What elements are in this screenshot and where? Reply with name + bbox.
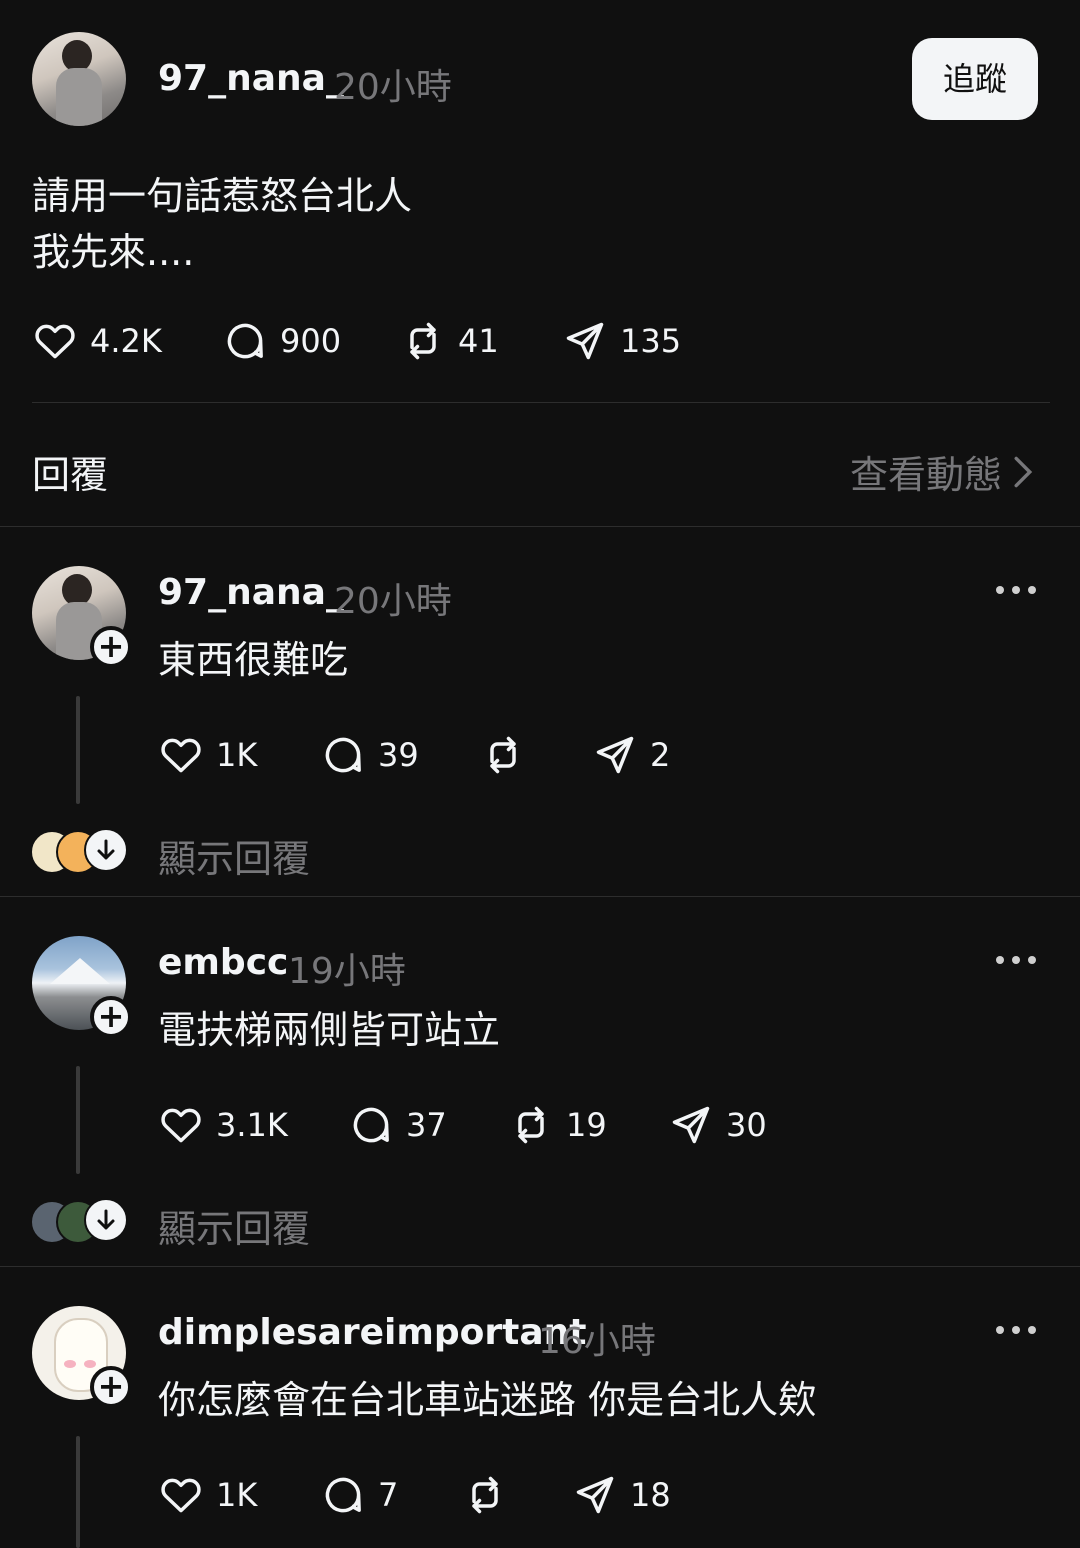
share-count: 135 [620, 322, 682, 360]
reply-timestamp: 16小時 [538, 1321, 656, 1362]
show-replies-link[interactable]: 顯示回覆 [158, 1198, 310, 1253]
comment-count: 900 [280, 322, 342, 360]
header-divider [0, 526, 1080, 527]
comment-bubble-icon [353, 1107, 389, 1143]
plus-icon[interactable]: + [90, 1366, 132, 1408]
reply-divider [0, 1266, 1080, 1267]
reply-participants[interactable] [30, 1198, 130, 1244]
repost-count: 19 [566, 1106, 607, 1144]
heart-icon [161, 1478, 201, 1513]
comment-count: 39 [378, 736, 419, 774]
comment-count: 7 [378, 1476, 399, 1514]
like-count: 1K [216, 1476, 258, 1514]
reply-participants[interactable] [30, 828, 130, 874]
view-activity-link[interactable]: 查看動態 [850, 444, 1034, 499]
reply-divider [0, 896, 1080, 897]
share-send-icon [672, 1106, 710, 1144]
share-send-icon [566, 322, 604, 360]
post-divider [32, 402, 1050, 403]
post-timestamp: 20小時 [334, 67, 452, 108]
repost-icon [410, 322, 436, 360]
reply-timestamp: 20小時 [334, 581, 452, 622]
repost-icon [472, 1476, 498, 1514]
like-button[interactable]: 4.2K [32, 316, 162, 366]
reply-timestamp: 19小時 [288, 951, 406, 992]
author-avatar[interactable] [32, 32, 126, 126]
comment-button[interactable]: 37 [348, 1100, 447, 1150]
thread-line [76, 1436, 80, 1548]
post-text-line-2: 我先來.... [32, 230, 195, 274]
like-count: 3.1K [216, 1106, 288, 1144]
reply-username[interactable]: 97_nana_ [158, 572, 344, 613]
repost-icon [490, 736, 516, 774]
share-count: 2 [650, 736, 671, 774]
more-options-icon[interactable] [996, 954, 1040, 966]
share-button[interactable]: 30 [668, 1100, 767, 1150]
repost-button[interactable] [462, 1470, 520, 1520]
plus-icon[interactable]: + [90, 626, 132, 668]
more-options-icon[interactable] [996, 584, 1040, 596]
share-send-icon [576, 1476, 614, 1514]
repost-count: 41 [458, 322, 499, 360]
thread-line [76, 1066, 80, 1174]
comment-bubble-icon [325, 1477, 361, 1513]
comment-bubble-icon [227, 323, 263, 359]
heart-icon [161, 738, 201, 773]
comment-button[interactable]: 900 [222, 316, 341, 366]
repost-button[interactable] [480, 730, 538, 780]
post-text-line-1: 請用一句話惹怒台北人 [32, 174, 413, 218]
reply-text: 電扶梯兩側皆可站立 [158, 1008, 501, 1052]
repost-button[interactable]: 19 [508, 1100, 607, 1150]
thread-line [76, 696, 80, 804]
like-button[interactable]: 1K [158, 1470, 257, 1520]
comment-button[interactable]: 7 [320, 1470, 398, 1520]
reply-text: 你怎麼會在台北車站迷路 你是台北人欸 [158, 1378, 817, 1422]
share-button[interactable]: 2 [592, 730, 670, 780]
repost-icon [518, 1106, 544, 1144]
share-send-icon [596, 736, 634, 774]
share-button[interactable]: 18 [572, 1470, 671, 1520]
like-count: 1K [216, 736, 258, 774]
chevron-right-icon [1014, 456, 1033, 487]
share-count: 30 [726, 1106, 767, 1144]
replies-heading: 回覆 [32, 453, 109, 497]
show-replies-link[interactable]: 顯示回覆 [158, 828, 310, 883]
repost-button[interactable]: 41 [400, 316, 499, 366]
comment-button[interactable]: 39 [320, 730, 419, 780]
heart-icon [35, 324, 75, 359]
reply-text: 東西很難吃 [158, 638, 349, 682]
arrow-down-icon [84, 828, 128, 872]
heart-icon [161, 1108, 201, 1143]
like-button[interactable]: 1K [158, 730, 257, 780]
author-username[interactable]: 97_nana_ [158, 58, 344, 99]
like-button[interactable]: 3.1K [158, 1100, 288, 1150]
follow-button[interactable]: 追蹤 [912, 38, 1038, 120]
comment-count: 37 [406, 1106, 447, 1144]
reply-username[interactable]: embcc [158, 942, 288, 983]
view-activity-label: 查看動態 [849, 453, 1002, 497]
share-button[interactable]: 135 [562, 316, 681, 366]
share-count: 18 [630, 1476, 671, 1514]
comment-bubble-icon [325, 737, 361, 773]
like-count: 4.2K [90, 322, 162, 360]
more-options-icon[interactable] [996, 1324, 1040, 1336]
reply-username[interactable]: dimplesareimportant [158, 1312, 586, 1353]
arrow-down-icon [84, 1198, 128, 1242]
plus-icon[interactable]: + [90, 996, 132, 1038]
